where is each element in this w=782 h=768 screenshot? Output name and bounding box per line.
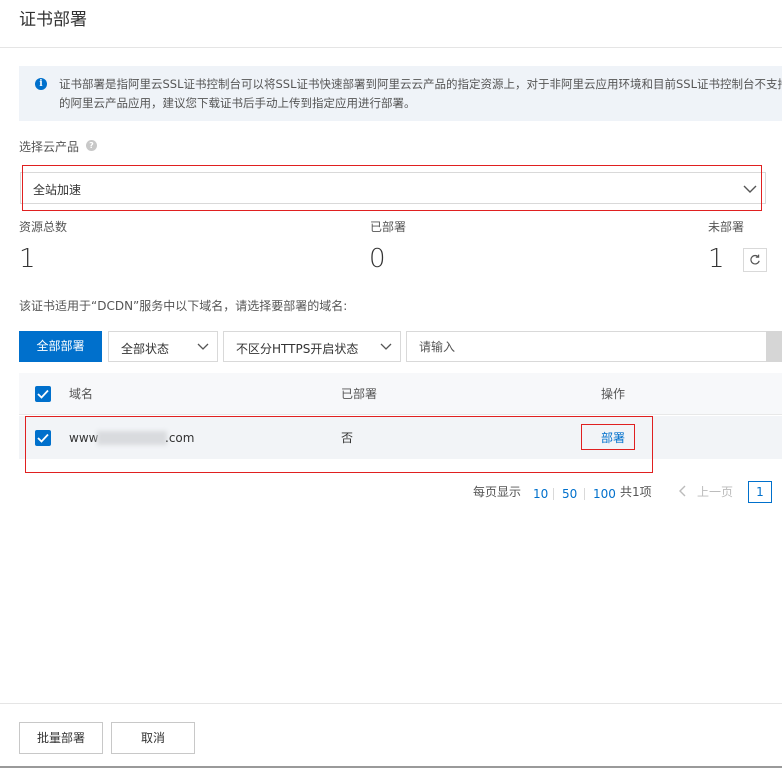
- checkmark-icon: [37, 433, 49, 443]
- https-filter-value: 不区分HTTPS开启状态: [236, 342, 359, 356]
- status-filter-value: 全部状态: [121, 342, 170, 356]
- chevron-down-icon: [743, 185, 757, 193]
- deployed-count-value: 0: [369, 244, 386, 274]
- refresh-button[interactable]: [743, 248, 767, 272]
- select-all-checkbox[interactable]: [35, 386, 51, 402]
- row-checkbox[interactable]: [35, 430, 51, 446]
- https-filter-dropdown[interactable]: 不区分HTTPS开启状态: [223, 331, 401, 362]
- info-banner-text: 证书部署是指阿里云SSL证书控制台可以将SSL证书快速部署到阿里云云产品的指定资…: [59, 77, 782, 110]
- column-header-domain: 域名: [69, 387, 94, 401]
- info-circle-icon: i: [35, 78, 47, 90]
- checkmark-icon: [37, 389, 49, 399]
- status-filter-dropdown[interactable]: 全部状态: [108, 331, 218, 362]
- deployed-count-label: 已部署: [370, 220, 407, 234]
- undeployed-count-label: 未部署: [708, 220, 745, 234]
- domain-name-prefix: www: [69, 431, 99, 445]
- footer-divider: [0, 703, 782, 704]
- page-size-10[interactable]: 10: [533, 486, 548, 502]
- product-select[interactable]: 全站加速: [20, 172, 766, 204]
- product-select-label: 选择云产品: [19, 140, 80, 154]
- deployed-status: 否: [341, 431, 354, 445]
- deploy-all-button[interactable]: 全部部署: [19, 331, 102, 362]
- deploy-link[interactable]: 部署: [601, 430, 625, 446]
- cancel-button[interactable]: 取消: [111, 722, 195, 754]
- refresh-icon: [750, 254, 760, 265]
- domain-name-suffix: .com: [165, 431, 195, 445]
- chevron-down-icon: [380, 343, 392, 350]
- domain-search-input[interactable]: [406, 331, 768, 362]
- total-resources-value: 1: [19, 244, 36, 274]
- column-header-deployed: 已部署: [341, 387, 378, 401]
- table-header-row: [19, 373, 782, 415]
- chevron-down-icon: [197, 343, 209, 350]
- redacted-domain-part: [97, 431, 167, 445]
- prev-page-button[interactable]: 上一页: [697, 484, 733, 500]
- product-select-value: 全站加速: [33, 183, 82, 197]
- page-size-divider: [584, 488, 585, 500]
- total-resources-label: 资源总数: [19, 220, 68, 234]
- search-button[interactable]: [766, 331, 782, 362]
- domain-hint-text: 该证书适用于“DCDN”服务中以下域名，请选择要部署的域名:: [19, 299, 348, 313]
- page-number-current[interactable]: 1: [748, 481, 772, 503]
- batch-deploy-button[interactable]: 批量部署: [19, 722, 103, 754]
- page-size-divider: [553, 488, 554, 500]
- chevron-left-icon: [679, 485, 686, 497]
- page-size-label: 每页显示: [473, 485, 522, 499]
- undeployed-count-value: 1: [708, 244, 725, 274]
- question-circle-icon[interactable]: ?: [86, 140, 97, 151]
- column-header-action: 操作: [601, 387, 626, 401]
- page-size-50[interactable]: 50: [562, 486, 577, 502]
- page-title: 证书部署: [19, 10, 87, 30]
- page-size-100[interactable]: 100: [593, 486, 616, 502]
- total-items: 共1项: [620, 485, 652, 499]
- header-divider: [0, 47, 782, 48]
- info-banner: i 证书部署是指阿里云SSL证书控制台可以将SSL证书快速部署到阿里云云产品的指…: [19, 66, 782, 121]
